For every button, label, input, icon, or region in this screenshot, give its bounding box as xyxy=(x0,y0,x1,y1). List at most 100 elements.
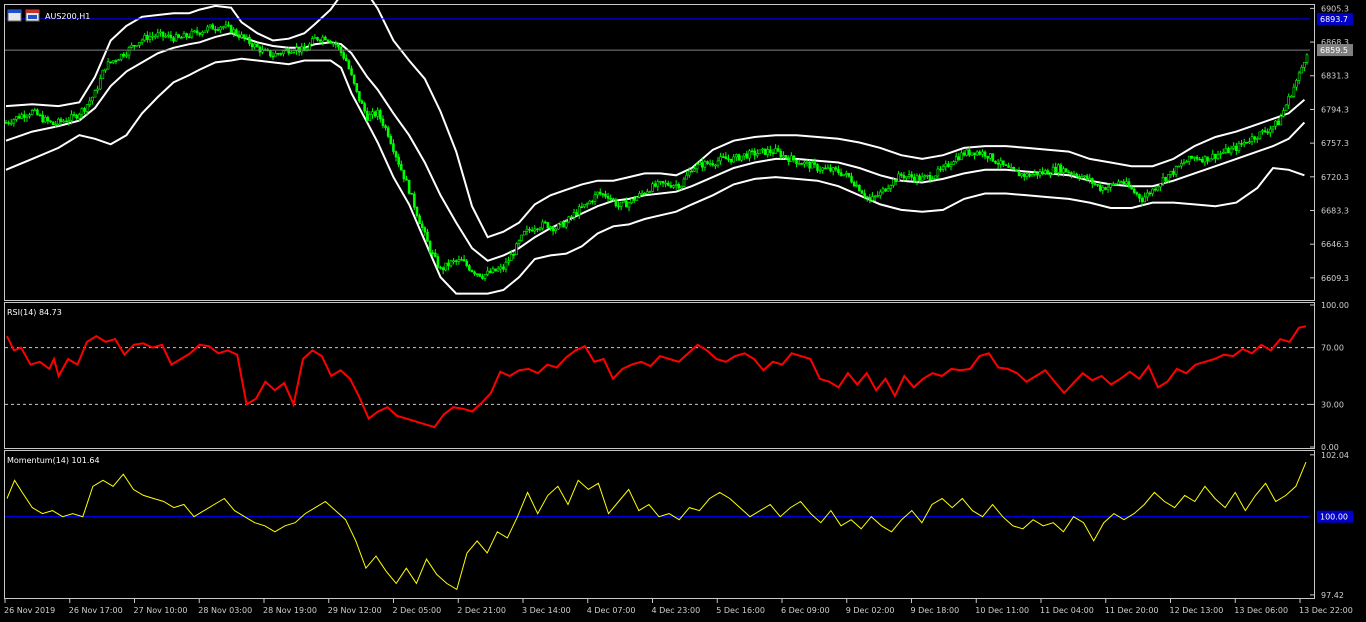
candle-body xyxy=(143,34,147,41)
candle-body xyxy=(557,223,560,230)
candle-body xyxy=(1172,170,1175,175)
candle-body xyxy=(337,44,340,48)
level-label: 6893.7 xyxy=(1320,15,1348,24)
candle-body xyxy=(771,152,775,154)
candle-body xyxy=(368,114,372,121)
bb-upper-line xyxy=(5,0,1306,239)
candle-body xyxy=(394,151,398,158)
candle-body xyxy=(397,156,400,165)
candle-body xyxy=(858,184,861,192)
candle-body xyxy=(1140,197,1144,203)
candle-body xyxy=(15,116,18,120)
candle-body xyxy=(465,260,469,266)
price-tick-label: 6831.3 xyxy=(1321,72,1349,81)
candle-body xyxy=(936,168,940,177)
candle-body xyxy=(1054,166,1058,173)
candle-body xyxy=(1012,166,1016,170)
candle-body xyxy=(651,183,654,192)
candle-body xyxy=(1198,158,1201,161)
candle-body xyxy=(342,52,345,59)
candle-body xyxy=(1224,148,1228,153)
candle-body xyxy=(290,52,293,54)
candle-body xyxy=(792,155,796,161)
time-label: 10 Dec 11:00 xyxy=(975,606,1029,615)
price-axes: 6905.36868.36831.36794.36757.36720.36683… xyxy=(1310,4,1353,600)
candle-body xyxy=(203,30,207,33)
candle-body xyxy=(49,120,52,123)
candle-body xyxy=(1216,154,1220,159)
candle-body xyxy=(577,206,581,215)
candle-body xyxy=(28,114,31,117)
momentum-indicator xyxy=(5,461,1310,591)
candle-body xyxy=(1261,130,1264,133)
candle-body xyxy=(784,155,788,159)
candle-body xyxy=(17,116,21,119)
candle-body xyxy=(918,175,921,181)
candle-body xyxy=(847,173,851,177)
time-label: 13 Dec 06:00 xyxy=(1234,606,1288,615)
candle-body xyxy=(439,267,442,269)
candle-body xyxy=(962,152,966,156)
candle-body xyxy=(897,173,900,182)
candle-body xyxy=(384,125,387,129)
candle-body xyxy=(130,45,133,48)
candle-body xyxy=(1211,153,1215,160)
candle-body xyxy=(355,83,359,92)
candle-body xyxy=(758,149,762,154)
candle-body xyxy=(944,163,948,168)
candle-body xyxy=(428,241,432,253)
candle-body xyxy=(988,153,992,159)
candle-body xyxy=(1064,168,1068,173)
candle-body xyxy=(1153,188,1157,191)
candle-body xyxy=(551,226,555,232)
candle-body xyxy=(376,110,380,117)
momentum-line xyxy=(6,461,1307,591)
candle-body xyxy=(732,156,736,163)
candle-body xyxy=(630,198,633,204)
candle-body xyxy=(606,196,610,199)
candle-body xyxy=(999,160,1003,165)
candle-body xyxy=(782,155,785,158)
candle-body xyxy=(418,215,421,225)
candle-body xyxy=(685,174,688,180)
candle-body xyxy=(316,37,319,41)
candle-body xyxy=(570,216,573,219)
candle-body xyxy=(562,221,565,228)
candle-body xyxy=(769,149,772,153)
candle-body xyxy=(627,202,631,208)
candle-body xyxy=(776,148,780,152)
candle-body xyxy=(1208,158,1212,162)
candle-body xyxy=(12,119,16,124)
rsi-indicator xyxy=(5,325,1310,429)
candle-body xyxy=(748,150,751,159)
candle-body xyxy=(310,38,314,45)
candle-body xyxy=(329,40,332,44)
candle-body xyxy=(1279,115,1283,126)
candle-body xyxy=(881,188,885,193)
candle-body xyxy=(449,260,453,267)
candle-body xyxy=(415,206,419,217)
bollinger-bands xyxy=(5,0,1306,295)
candle-body xyxy=(538,227,542,230)
candle-body xyxy=(373,111,377,117)
candle-body xyxy=(842,174,845,176)
candle-body xyxy=(517,240,521,244)
candle-body xyxy=(808,161,811,169)
chart-title: AUS200,H1 xyxy=(45,12,90,21)
candle-body xyxy=(1036,172,1039,176)
candle-body xyxy=(753,150,756,156)
candle-body xyxy=(1206,156,1209,162)
candle-body xyxy=(614,199,618,207)
candle-body xyxy=(1083,175,1086,178)
candle-body xyxy=(1125,181,1128,185)
candle-body xyxy=(604,193,607,197)
candle-body xyxy=(426,231,429,242)
candle-body xyxy=(656,181,660,187)
candle-body xyxy=(755,153,759,156)
candle-body xyxy=(661,181,665,184)
candle-body xyxy=(227,24,230,27)
candle-body xyxy=(1028,173,1031,177)
candle-body xyxy=(148,36,152,40)
candle-body xyxy=(1240,143,1243,145)
candle-body xyxy=(554,228,558,232)
